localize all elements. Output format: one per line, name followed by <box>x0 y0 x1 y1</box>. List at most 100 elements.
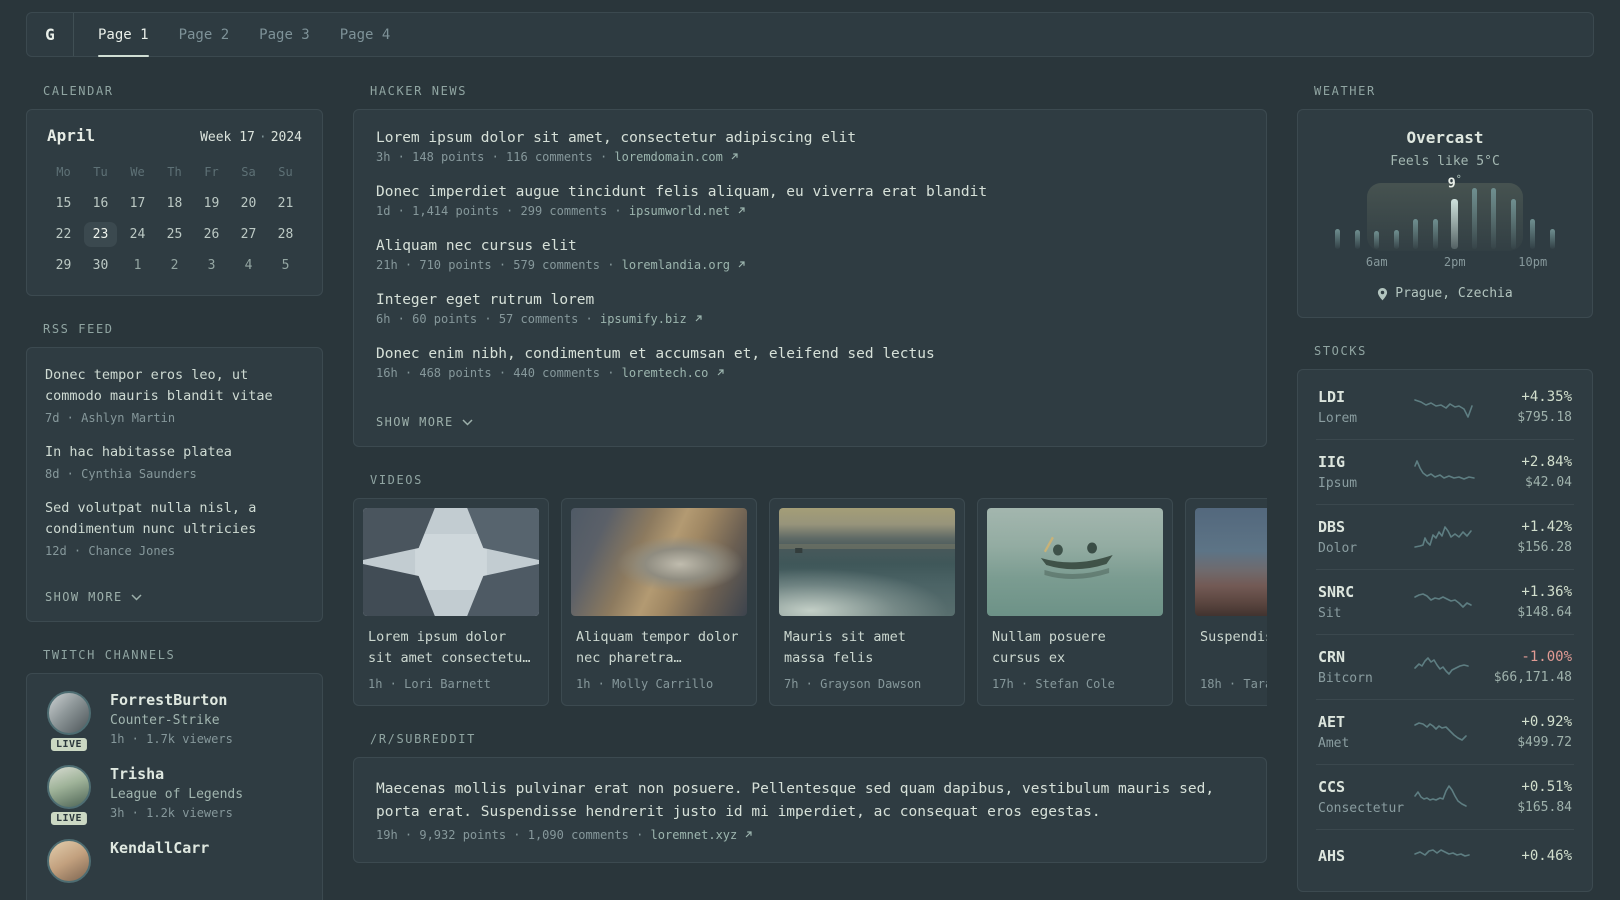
video-title[interactable]: Suspendisse diam <box>1200 627 1267 669</box>
hackernews-item-title[interactable]: Donec imperdiet augue tincidunt felis al… <box>376 184 1244 200</box>
page-tabs: Page 1 Page 2 Page 3 Page 4 <box>74 13 391 57</box>
channel-name[interactable]: KendallCarr <box>110 839 209 857</box>
rss-item[interactable]: Sed volutpat nulla nisl, a condimentum n… <box>45 498 304 558</box>
hackernews-item-title[interactable]: Lorem ipsum dolor sit amet, consectetur … <box>376 130 1244 146</box>
video-thumbnail-image[interactable] <box>987 508 1163 616</box>
calendar-section-title: CALENDAR <box>43 84 114 98</box>
stock-row[interactable]: IIG Ipsum +2.84% $42.04 <box>1316 439 1574 504</box>
stock-row[interactable]: LDI Lorem +4.35% $795.18 <box>1316 375 1574 439</box>
tab-page-1[interactable]: Page 1 <box>98 13 149 57</box>
rss-section: RSS FEED Donec tempor eros leo, ut commo… <box>26 322 323 622</box>
stock-ticker: CCS <box>1318 778 1346 796</box>
channel-category[interactable]: Counter-Strike <box>110 713 233 728</box>
channel-info: ForrestBurton Counter-Strike 1h · 1.7k v… <box>110 691 233 746</box>
weather-card: Overcast Feels like 5°C 9° 6am 2pm 10pm Pr… <box>1297 109 1593 318</box>
tab-page-4[interactable]: Page 4 <box>340 13 391 56</box>
video-meta: 7h · Grayson Dawson <box>784 677 922 691</box>
hackernews-item-title[interactable]: Aliquam nec cursus elit <box>376 238 1244 254</box>
video-meta: 1h · Molly Carrillo <box>576 677 714 691</box>
stock-row[interactable]: CRN Bitcorn -1.00% $66,171.48 <box>1316 634 1574 699</box>
video-card[interactable]: Nullam posuere cursus ex 17h · Stefan Co… <box>977 498 1173 706</box>
stock-price: $795.18 <box>1517 410 1572 425</box>
video-thumbnail-image[interactable] <box>779 508 955 616</box>
weather-bar <box>1432 219 1438 249</box>
subreddit-post-domain-link[interactable]: loremnet.xyz <box>651 828 738 842</box>
video-title[interactable]: Mauris sit amet massa felis <box>784 627 952 669</box>
tab-page-3[interactable]: Page 3 <box>259 13 310 56</box>
hackernews-show-more-button[interactable]: SHOW MORE <box>376 415 473 429</box>
stock-name: Ipsum <box>1318 476 1358 491</box>
weather-bar <box>1393 230 1399 249</box>
weather-hourly-chart: 9° 6am 2pm 10pm <box>1328 174 1562 271</box>
stocks-section: STOCKS LDI Lorem +4.35% $795.18 IIG Ipsum +… <box>1297 344 1593 892</box>
hackernews-item-domain-link[interactable]: ipsumworld.net <box>629 204 730 218</box>
videos-row: Lorem ipsum dolor sit amet consectetu… 1… <box>353 498 1267 706</box>
twitch-channel-row[interactable]: KendallCarr <box>45 839 304 883</box>
twitch-channel-row[interactable]: LIVE ForrestBurton Counter-Strike 1h · 1… <box>45 691 304 753</box>
video-thumbnail-image[interactable] <box>363 508 539 616</box>
weather-location: Prague, Czechia <box>1314 286 1576 301</box>
videos-section-title: VIDEOS <box>370 473 423 487</box>
rss-item-title[interactable]: Sed volutpat nulla nisl, a condimentum n… <box>45 498 304 540</box>
external-link-icon <box>695 315 702 322</box>
rss-item[interactable]: Donec tempor eros leo, ut commodo mauris… <box>45 365 304 425</box>
stock-id: IIG Ipsum <box>1318 453 1413 491</box>
video-meta: 17h · Stefan Cole <box>992 677 1115 691</box>
stock-name: Amet <box>1318 736 1350 751</box>
video-card[interactable]: Suspendisse diam 18h · Tara <box>1185 498 1267 706</box>
video-thumbnail-image[interactable] <box>1195 508 1267 616</box>
hackernews-item-title[interactable]: Integer eget rutrum lorem <box>376 292 1244 308</box>
stock-sparkline <box>1414 722 1467 741</box>
weather-bar <box>1374 231 1380 249</box>
stock-row[interactable]: DBS Dolor +1.42% $156.28 <box>1316 504 1574 569</box>
rss-show-more-button[interactable]: SHOW MORE <box>45 590 142 604</box>
misty-figure-graphic <box>1195 508 1267 616</box>
rss-item-title[interactable]: Donec tempor eros leo, ut commodo mauris… <box>45 365 304 407</box>
subreddit-post-title[interactable]: Maecenas mollis pulvinar erat non posuer… <box>376 778 1226 824</box>
stock-row[interactable]: CCS Consectetur +0.51% $165.84 <box>1316 764 1574 829</box>
weather-bar-slot <box>1465 185 1485 249</box>
hackernews-item-domain-link[interactable]: ipsumify.biz <box>600 312 687 326</box>
channel-category[interactable]: League of Legends <box>110 787 243 802</box>
calendar-day: 26 <box>203 227 220 242</box>
twitch-card: LIVE ForrestBurton Counter-Strike 1h · 1… <box>26 673 323 900</box>
stock-row[interactable]: AET Amet +0.92% $499.72 <box>1316 699 1574 764</box>
hackernews-item-domain-link[interactable]: loremtech.co <box>622 366 709 380</box>
rss-item[interactable]: In hac habitasse platea 8d · Cynthia Sau… <box>45 442 304 481</box>
stock-id: CRN Bitcorn <box>1318 648 1413 686</box>
current-temp-label: 9° <box>1447 173 1462 192</box>
video-thumbnail-image[interactable] <box>571 508 747 616</box>
video-card[interactable]: Lorem ipsum dolor sit amet consectetu… 1… <box>353 498 549 706</box>
sea-skyline-graphic <box>779 544 955 553</box>
hackernews-item-domain-link[interactable]: loremdomain.com <box>614 150 722 164</box>
weather-bar-current <box>1451 199 1459 249</box>
weather-bar-slot <box>1367 185 1387 249</box>
stock-sparkline <box>1414 785 1467 807</box>
stock-sparkline <box>1414 849 1470 857</box>
video-title[interactable]: Nullam posuere cursus ex <box>992 627 1160 669</box>
app-logo[interactable]: G <box>27 13 74 56</box>
twitch-channel-row[interactable]: LIVE Trisha League of Legends 3h · 1.2k … <box>45 765 304 827</box>
hackernews-item-title[interactable]: Donec enim nibh, condimentum et accumsan… <box>376 346 1244 362</box>
tab-page-2[interactable]: Page 2 <box>179 13 230 56</box>
stock-row[interactable]: SNRC Sit +1.36% $148.64 <box>1316 569 1574 634</box>
external-link-icon <box>738 207 745 214</box>
channel-name[interactable]: ForrestBurton <box>110 691 233 709</box>
hackernews-item-domain-link[interactable]: loremlandia.org <box>622 258 730 272</box>
hackernews-item-meta: 3h · 148 points · 116 comments · loremdo… <box>376 150 1244 164</box>
video-card[interactable]: Mauris sit amet massa felis 7h · Grayson… <box>769 498 965 706</box>
stock-ticker: SNRC <box>1318 583 1355 601</box>
video-title[interactable]: Aliquam tempor dolor nec pharetra… <box>576 627 744 669</box>
rss-item-title[interactable]: In hac habitasse platea <box>45 442 304 463</box>
weather-time-labels: 6am 2pm 10pm <box>1328 255 1562 271</box>
channel-name[interactable]: Trisha <box>110 765 243 783</box>
stock-values: +0.46% <box>1477 848 1572 869</box>
stock-id: AHS <box>1318 847 1413 870</box>
video-title[interactable]: Lorem ipsum dolor sit amet consectetu… <box>368 627 536 669</box>
calendar-day: 25 <box>166 227 183 242</box>
video-card[interactable]: Aliquam tempor dolor nec pharetra… 1h · … <box>561 498 757 706</box>
stock-row[interactable]: AHS +0.46% <box>1316 829 1574 886</box>
calendar-day: 17 <box>129 196 146 211</box>
channel-avatar-wrap <box>45 839 93 883</box>
stock-values: +0.51% $165.84 <box>1477 779 1572 815</box>
